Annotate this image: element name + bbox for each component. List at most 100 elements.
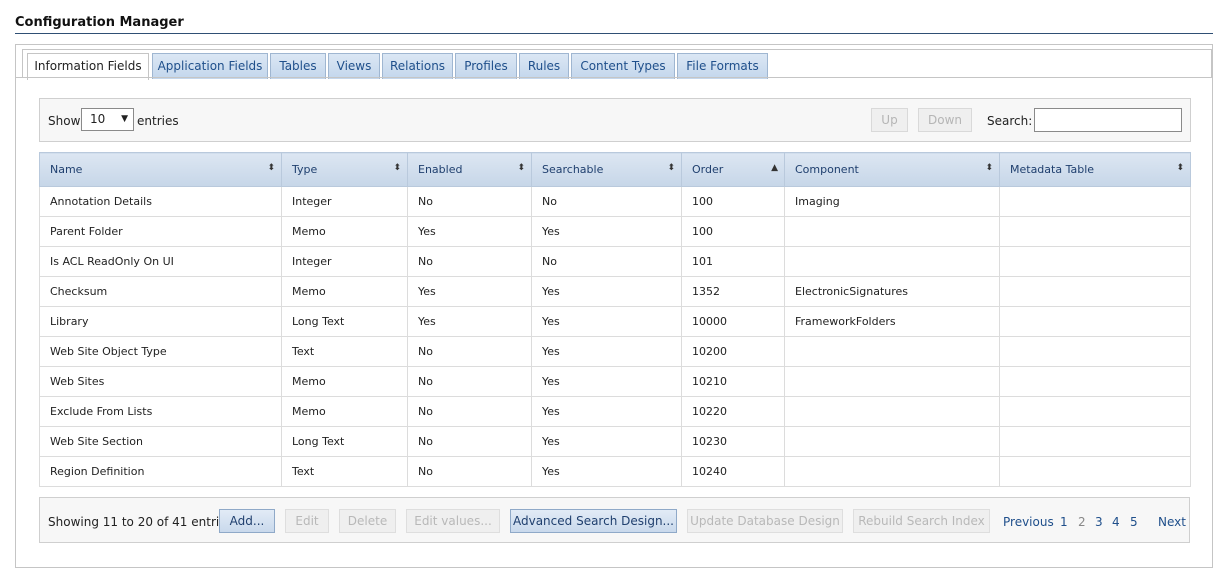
- sort-both-icon: ⬍: [985, 163, 993, 173]
- tab-rules[interactable]: Rules: [519, 53, 569, 79]
- cell-searchable: Yes: [531, 336, 682, 367]
- table-row[interactable]: Exclude From Lists Memo No Yes 10220: [39, 396, 1191, 427]
- cell-type: Memo: [281, 276, 408, 307]
- tab-application-fields[interactable]: Application Fields: [152, 53, 268, 79]
- cell-name: Is ACL ReadOnly On UI: [39, 246, 282, 277]
- table-row[interactable]: Is ACL ReadOnly On UI Integer No No 101: [39, 246, 1191, 277]
- cell-searchable: Yes: [531, 366, 682, 397]
- tab-content-types[interactable]: Content Types: [571, 53, 675, 79]
- table-row[interactable]: Library Long Text Yes Yes 10000 FrameworkFold…: [39, 306, 1191, 337]
- edit-values-button[interactable]: Edit values...: [406, 509, 500, 533]
- pagination-page-1[interactable]: 1: [1060, 515, 1068, 529]
- cell-enabled: Yes: [407, 276, 532, 307]
- column-header-metadata-table[interactable]: Metadata Table ⬍: [999, 152, 1191, 187]
- cell-enabled: Yes: [407, 306, 532, 337]
- pagination-page-2[interactable]: 2: [1078, 515, 1086, 529]
- cell-searchable: Yes: [531, 456, 682, 487]
- cell-component: [784, 216, 1000, 247]
- cell-searchable: Yes: [531, 396, 682, 427]
- cell-name: Exclude From Lists: [39, 396, 282, 427]
- cell-order: 1352: [681, 276, 785, 307]
- cell-component: [784, 456, 1000, 487]
- cell-component: ElectronicSignatures: [784, 276, 1000, 307]
- cell-order: 10210: [681, 366, 785, 397]
- sort-ascending-icon: ▲: [771, 163, 778, 173]
- cell-type: Text: [281, 336, 408, 367]
- cell-searchable: No: [531, 246, 682, 277]
- column-header-order[interactable]: Order ▲: [681, 152, 785, 187]
- cell-metadata-table: [999, 336, 1191, 367]
- cell-enabled: Yes: [407, 216, 532, 247]
- cell-type: Memo: [281, 216, 408, 247]
- tab-profiles[interactable]: Profiles: [455, 53, 517, 79]
- delete-button[interactable]: Delete: [339, 509, 396, 533]
- cell-name: Web Site Section: [39, 426, 282, 457]
- column-header-name[interactable]: Name ⬍: [39, 152, 282, 187]
- column-header-component[interactable]: Component ⬍: [784, 152, 1000, 187]
- cell-metadata-table: [999, 276, 1191, 307]
- add-button[interactable]: Add...: [219, 509, 275, 533]
- tab-information-fields[interactable]: Information Fields: [27, 53, 149, 80]
- cell-metadata-table: [999, 456, 1191, 487]
- cell-metadata-table: [999, 426, 1191, 457]
- cell-order: 100: [681, 216, 785, 247]
- title-divider: [15, 33, 1213, 34]
- cell-metadata-table: [999, 246, 1191, 277]
- table-row[interactable]: Parent Folder Memo Yes Yes 100: [39, 216, 1191, 247]
- down-button[interactable]: Down: [918, 108, 972, 132]
- column-header-type[interactable]: Type ⬍: [281, 152, 408, 187]
- rebuild-search-index-button[interactable]: Rebuild Search Index: [853, 509, 990, 533]
- search-input[interactable]: [1034, 108, 1182, 132]
- pagination-next[interactable]: Next: [1158, 515, 1186, 529]
- entries-label: entries: [137, 114, 179, 128]
- table-header-row: Name ⬍ Type ⬍ Enabled ⬍ Searchable ⬍ Order ▲ …: [39, 152, 1191, 187]
- column-header-enabled[interactable]: Enabled ⬍: [407, 152, 532, 187]
- table-top-toolbar: Show 10 ▼ entries Up Down Search:: [39, 98, 1191, 142]
- table-row[interactable]: Web Site Object Type Text No Yes 10200: [39, 336, 1191, 367]
- advanced-search-design-button[interactable]: Advanced Search Design...: [510, 509, 677, 533]
- pagination-page-3[interactable]: 3: [1095, 515, 1103, 529]
- cell-name: Web Sites: [39, 366, 282, 397]
- cell-metadata-table: [999, 216, 1191, 247]
- tab-file-formats[interactable]: File Formats: [677, 53, 768, 79]
- cell-component: [784, 396, 1000, 427]
- search-label: Search:: [987, 114, 1033, 128]
- tab-tables[interactable]: Tables: [270, 53, 326, 79]
- pagination-page-5[interactable]: 5: [1130, 515, 1138, 529]
- cell-order: 10200: [681, 336, 785, 367]
- show-label: Show: [48, 114, 81, 128]
- tab-relations[interactable]: Relations: [382, 53, 453, 79]
- cell-searchable: Yes: [531, 426, 682, 457]
- edit-button[interactable]: Edit: [285, 509, 329, 533]
- table-row[interactable]: Region Definition Text No Yes 10240: [39, 456, 1191, 487]
- page-title: Configuration Manager: [15, 15, 184, 30]
- cell-order: 100: [681, 186, 785, 217]
- pagination-previous[interactable]: Previous: [1003, 515, 1054, 529]
- table-row[interactable]: Checksum Memo Yes Yes 1352 ElectronicSignatur…: [39, 276, 1191, 307]
- cell-searchable: Yes: [531, 306, 682, 337]
- table-row[interactable]: Annotation Details Integer No No 100 Imaging: [39, 186, 1191, 217]
- update-database-design-button[interactable]: Update Database Design: [687, 509, 843, 533]
- cell-searchable: Yes: [531, 276, 682, 307]
- up-button[interactable]: Up: [871, 108, 908, 132]
- cell-name: Annotation Details: [39, 186, 282, 217]
- tab-views[interactable]: Views: [328, 53, 380, 79]
- column-header-searchable[interactable]: Searchable ⬍: [531, 152, 682, 187]
- cell-order: 10230: [681, 426, 785, 457]
- information-fields-table: Name ⬍ Type ⬍ Enabled ⬍ Searchable ⬍ Order ▲ …: [39, 152, 1191, 487]
- cell-type: Long Text: [281, 426, 408, 457]
- page-size-select[interactable]: 10 ▼: [81, 108, 134, 131]
- sort-both-icon: ⬍: [667, 163, 675, 173]
- cell-enabled: No: [407, 456, 532, 487]
- cell-name: Region Definition: [39, 456, 282, 487]
- cell-metadata-table: [999, 186, 1191, 217]
- pagination-page-4[interactable]: 4: [1112, 515, 1120, 529]
- sort-both-icon: ⬍: [1176, 163, 1184, 173]
- table-bottom-toolbar: Showing 11 to 20 of 41 entries Add... Ed…: [39, 497, 1190, 543]
- cell-metadata-table: [999, 366, 1191, 397]
- cell-type: Integer: [281, 246, 408, 277]
- cell-component: [784, 336, 1000, 367]
- cell-component: Imaging: [784, 186, 1000, 217]
- table-row[interactable]: Web Sites Memo No Yes 10210: [39, 366, 1191, 397]
- table-row[interactable]: Web Site Section Long Text No Yes 10230: [39, 426, 1191, 457]
